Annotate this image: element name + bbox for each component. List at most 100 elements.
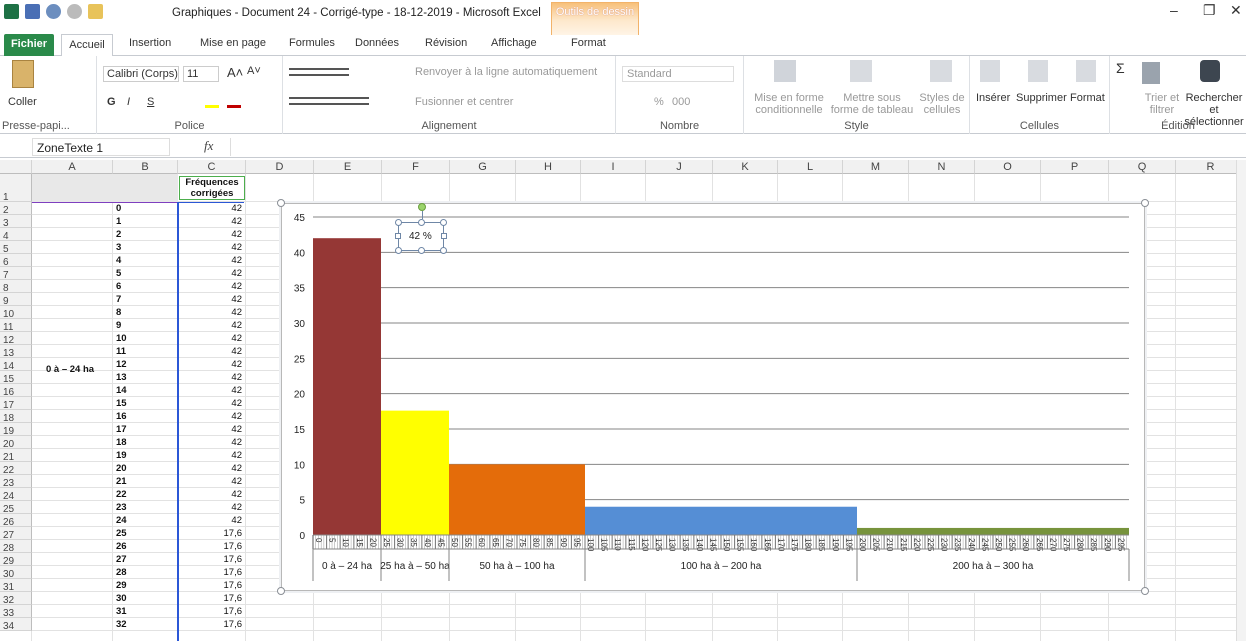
textbox-handle[interactable]: [418, 247, 425, 254]
cell-c[interactable]: 42: [178, 399, 242, 409]
cell-c[interactable]: 17,6: [178, 555, 243, 565]
row-header[interactable]: 17: [0, 397, 32, 411]
column-header[interactable]: O: [975, 160, 1041, 174]
grow-font-button[interactable]: A˄: [227, 65, 243, 80]
row-header[interactable]: 5: [0, 241, 32, 255]
cell-c[interactable]: 42: [178, 412, 242, 422]
textbox-handle[interactable]: [395, 219, 402, 226]
insert-icon[interactable]: [980, 60, 1000, 82]
align-horizontal-icon[interactable]: [289, 97, 369, 105]
cell-styles-icon[interactable]: [930, 60, 952, 82]
cell-b[interactable]: 9: [116, 321, 121, 331]
tab-fichier[interactable]: Fichier: [4, 34, 54, 56]
row-header[interactable]: 29: [0, 553, 32, 567]
row-header[interactable]: 15: [0, 371, 32, 385]
cell-c[interactable]: 42: [178, 204, 242, 214]
merged-cell-a1b1[interactable]: [32, 174, 178, 202]
cell-b[interactable]: 27: [116, 555, 127, 565]
cell-b[interactable]: 1: [116, 217, 121, 227]
italic-button[interactable]: I: [127, 96, 130, 108]
row-header[interactable]: 11: [0, 319, 32, 333]
column-header[interactable]: N: [909, 160, 975, 174]
cell-c[interactable]: 42: [178, 477, 242, 487]
font-size-select[interactable]: 11: [183, 66, 219, 82]
cell-c[interactable]: 42: [178, 516, 242, 526]
delete-button[interactable]: Supprimer: [1016, 92, 1067, 104]
row-header[interactable]: 10: [0, 306, 32, 320]
tab-insertion[interactable]: Insertion: [129, 37, 171, 49]
row-header[interactable]: 34: [0, 618, 32, 632]
cell-b[interactable]: 11: [116, 347, 126, 357]
tab-revision[interactable]: Révision: [425, 37, 467, 49]
cell-b[interactable]: 20: [116, 464, 127, 474]
redo-icon[interactable]: [67, 4, 82, 19]
cell-c[interactable]: 42: [178, 425, 242, 435]
column-header[interactable]: D: [246, 160, 314, 174]
number-format-select[interactable]: Standard: [622, 66, 734, 82]
row-header[interactable]: 13: [0, 345, 32, 359]
row-header[interactable]: 16: [0, 384, 32, 398]
chart-handle-br[interactable]: [1141, 587, 1149, 595]
formula-input[interactable]: [230, 138, 1246, 156]
insert-button[interactable]: Insérer: [976, 92, 1010, 104]
fill-color-icon[interactable]: [205, 96, 219, 108]
cell-c[interactable]: 17,6: [178, 607, 243, 617]
textbox-handle[interactable]: [418, 219, 425, 226]
column-header[interactable]: G: [450, 160, 516, 174]
row-header[interactable]: 8: [0, 280, 32, 294]
shrink-font-button[interactable]: A˅: [247, 65, 261, 77]
undo-icon[interactable]: [46, 4, 61, 19]
cell-c[interactable]: 42: [178, 451, 242, 461]
cell-c[interactable]: 42: [178, 386, 242, 396]
sort-filter-icon[interactable]: [1142, 62, 1160, 84]
align-top-icon[interactable]: [289, 68, 349, 76]
column-header[interactable]: M: [843, 160, 909, 174]
thousands-button[interactable]: 000: [672, 96, 690, 108]
row-header[interactable]: 22: [0, 462, 32, 476]
cell-b[interactable]: 29: [116, 581, 127, 591]
cell-b[interactable]: 6: [116, 282, 121, 292]
cell-c[interactable]: 17,6: [178, 581, 243, 591]
row-header[interactable]: 1: [0, 174, 32, 203]
bold-button[interactable]: G: [107, 96, 116, 108]
tab-donnees[interactable]: Données: [355, 37, 399, 49]
percent-button[interactable]: %: [654, 96, 664, 108]
cell-b[interactable]: 13: [116, 373, 127, 383]
cell-c[interactable]: 17,6: [178, 620, 243, 630]
binoculars-icon[interactable]: [1200, 60, 1220, 82]
textbox-handle[interactable]: [395, 247, 402, 254]
cell-styles-button[interactable]: Styles de cellules: [916, 92, 968, 116]
row-header[interactable]: 4: [0, 228, 32, 242]
cell-c[interactable]: 42: [178, 217, 242, 227]
maximize-button[interactable]: ❐: [1203, 2, 1216, 19]
tab-format[interactable]: Format: [571, 37, 606, 49]
cell-c[interactable]: 42: [178, 308, 242, 318]
cell-b[interactable]: 2: [116, 230, 121, 240]
cell-b[interactable]: 19: [116, 451, 127, 461]
cell-b[interactable]: 26: [116, 542, 127, 552]
tab-accueil[interactable]: Accueil: [61, 34, 113, 57]
row-header[interactable]: 32: [0, 592, 32, 606]
name-box[interactable]: ZoneTexte 1: [32, 138, 170, 156]
chart-handle-tr[interactable]: [1141, 199, 1149, 207]
header-frequences-corrigees[interactable]: Fréquences corrigées: [179, 176, 245, 200]
select-all-corner[interactable]: [0, 160, 32, 174]
cell-c[interactable]: 17,6: [178, 568, 243, 578]
font-name-select[interactable]: Calibri (Corps): [103, 66, 179, 82]
cell-c[interactable]: 42: [178, 256, 242, 266]
open-folder-icon[interactable]: [88, 4, 103, 19]
cell-b[interactable]: 30: [116, 594, 127, 604]
merge-center-button[interactable]: Fusionner et centrer: [415, 96, 513, 108]
row-header[interactable]: 33: [0, 605, 32, 619]
column-header[interactable]: A: [32, 160, 113, 174]
row-header[interactable]: 21: [0, 449, 32, 463]
cell-b[interactable]: 32: [116, 620, 127, 630]
cell-b[interactable]: 12: [116, 360, 127, 370]
paste-button[interactable]: Coller: [8, 96, 37, 108]
row-header[interactable]: 23: [0, 475, 32, 489]
close-button[interactable]: ✕: [1230, 2, 1242, 19]
cell-b[interactable]: 23: [116, 503, 127, 513]
underline-button[interactable]: S: [147, 96, 154, 108]
cell-b[interactable]: 16: [116, 412, 127, 422]
row-header[interactable]: 30: [0, 566, 32, 580]
